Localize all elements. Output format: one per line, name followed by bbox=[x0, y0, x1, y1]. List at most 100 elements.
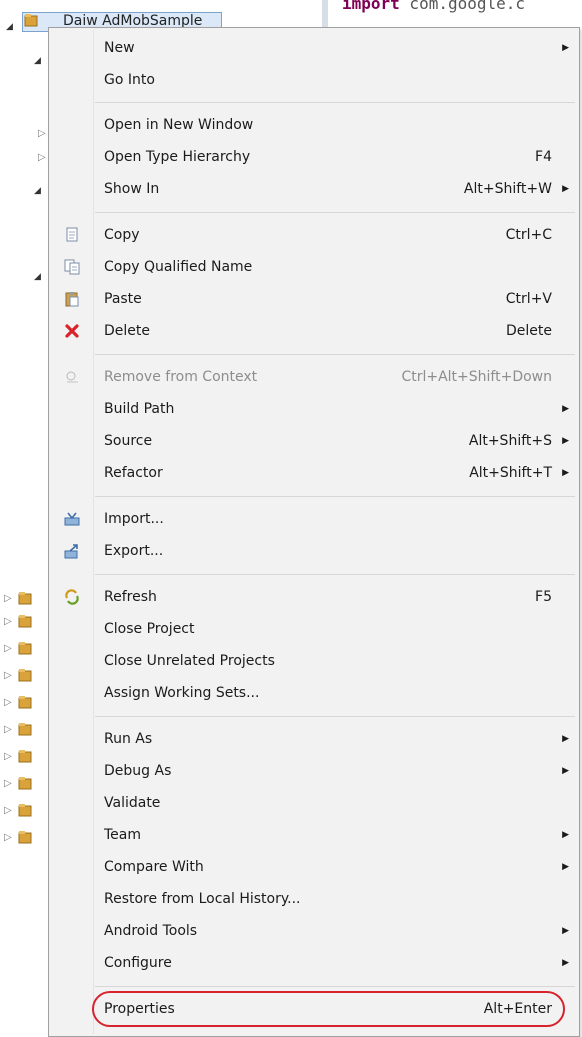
copy-icon bbox=[66, 227, 78, 242]
expand-down-icon[interactable]: ◢ bbox=[6, 22, 13, 32]
menu-separator bbox=[95, 574, 575, 575]
project-folder-icon bbox=[18, 615, 32, 628]
code-keyword: import bbox=[342, 0, 400, 13]
menu-item-label: Go Into bbox=[104, 72, 155, 88]
collapse-right-icon[interactable]: ▷ bbox=[4, 670, 12, 681]
menu-item-label: Export... bbox=[104, 543, 164, 559]
import-icon bbox=[64, 512, 80, 526]
menu-item-shortcut: F4 bbox=[535, 149, 552, 165]
remove-context-icon bbox=[66, 371, 78, 383]
menu-item-shortcut: Alt+Shift+S bbox=[468, 433, 552, 449]
expand-down-icon[interactable]: ◢ bbox=[34, 186, 41, 196]
submenu-arrow-icon: ▶ bbox=[562, 184, 569, 194]
menu-item-label: Android Tools bbox=[104, 923, 198, 939]
menu-item-shortcut: Ctrl+C bbox=[505, 227, 552, 243]
menu-item-shortcut: Ctrl+Alt+Shift+Down bbox=[401, 369, 552, 385]
menu-item-remove-from-context[interactable]: Remove from Context Ctrl+Alt+Shift+Down bbox=[51, 362, 577, 392]
submenu-arrow-icon: ▶ bbox=[562, 468, 569, 478]
project-folder-icon bbox=[18, 750, 32, 763]
properties-highlight-ring bbox=[92, 991, 565, 1027]
submenu-arrow-icon: ▶ bbox=[562, 862, 569, 872]
menu-item-refresh[interactable]: Refresh F5 bbox=[51, 582, 577, 612]
menu-item-restore-from-local-history[interactable]: Restore from Local History... bbox=[51, 884, 577, 914]
menu-separator bbox=[95, 212, 575, 213]
collapse-right-icon[interactable]: ▷ bbox=[4, 751, 12, 762]
project-folder-icon bbox=[24, 14, 38, 27]
collapse-right-icon[interactable]: ▷ bbox=[4, 724, 12, 735]
menu-item-paste[interactable]: Paste Ctrl+V bbox=[51, 284, 577, 314]
project-folder-icon bbox=[18, 642, 32, 655]
menu-item-export[interactable]: Export... bbox=[51, 536, 577, 566]
menu-item-label: Refresh bbox=[104, 589, 157, 605]
collapse-right-icon[interactable]: ▷ bbox=[4, 832, 12, 843]
collapse-right-icon[interactable]: ▷ bbox=[38, 128, 46, 139]
menu-item-label: Remove from Context bbox=[104, 369, 258, 385]
editor-code-line: import com.google.c bbox=[342, 0, 525, 13]
menu-item-new[interactable]: New ▶ bbox=[51, 33, 577, 63]
menu-item-android-tools[interactable]: Android Tools ▶ bbox=[51, 916, 577, 946]
submenu-arrow-icon: ▶ bbox=[562, 404, 569, 414]
menu-item-label: Run As bbox=[104, 731, 153, 747]
menu-item-open-type-hierarchy[interactable]: Open Type Hierarchy F4 bbox=[51, 142, 577, 172]
menu-item-show-in[interactable]: Show In Alt+Shift+W ▶ bbox=[51, 174, 577, 204]
menu-item-label: New bbox=[104, 40, 135, 56]
menu-item-debug-as[interactable]: Debug As ▶ bbox=[51, 756, 577, 786]
delete-icon bbox=[65, 324, 79, 338]
collapse-right-icon[interactable]: ▷ bbox=[4, 805, 12, 816]
menu-item-configure[interactable]: Configure ▶ bbox=[51, 948, 577, 978]
menu-item-label: Close Project bbox=[104, 621, 195, 637]
refresh-icon bbox=[65, 589, 79, 605]
project-folder-icon bbox=[18, 696, 32, 709]
collapse-right-icon[interactable]: ▷ bbox=[4, 778, 12, 789]
menu-item-go-into[interactable]: Go Into bbox=[51, 65, 577, 95]
expand-down-icon[interactable]: ◢ bbox=[34, 272, 41, 282]
menu-item-label: Debug As bbox=[104, 763, 172, 779]
submenu-arrow-icon: ▶ bbox=[562, 958, 569, 968]
submenu-arrow-icon: ▶ bbox=[562, 766, 569, 776]
menu-item-shortcut: Alt+Shift+T bbox=[469, 465, 552, 481]
collapse-right-icon[interactable]: ▷ bbox=[4, 643, 12, 654]
submenu-arrow-icon: ▶ bbox=[562, 734, 569, 744]
menu-item-copy-qualified-name[interactable]: Copy Qualified Name bbox=[51, 252, 577, 282]
menu-item-team[interactable]: Team ▶ bbox=[51, 820, 577, 850]
project-folder-icon bbox=[18, 831, 32, 844]
menu-item-close-project[interactable]: Close Project bbox=[51, 614, 577, 644]
menu-item-label: Assign Working Sets... bbox=[104, 685, 260, 701]
menu-item-label: Compare With bbox=[104, 859, 204, 875]
submenu-arrow-icon: ▶ bbox=[562, 926, 569, 936]
project-folder-icon bbox=[18, 777, 32, 790]
menu-item-run-as[interactable]: Run As ▶ bbox=[51, 724, 577, 754]
menu-item-validate[interactable]: Validate bbox=[51, 788, 577, 818]
menu-separator bbox=[95, 496, 575, 497]
menu-item-build-path[interactable]: Build Path ▶ bbox=[51, 394, 577, 424]
project-folder-icon bbox=[18, 669, 32, 682]
collapse-right-icon[interactable]: ▷ bbox=[4, 697, 12, 708]
menu-item-label: Restore from Local History... bbox=[104, 891, 301, 907]
project-folder-icon bbox=[18, 804, 32, 817]
menu-item-label: Open Type Hierarchy bbox=[104, 149, 251, 165]
menu-item-refactor[interactable]: Refactor Alt+Shift+T ▶ bbox=[51, 458, 577, 488]
collapse-right-icon[interactable]: ▷ bbox=[4, 616, 12, 627]
menu-item-label: Paste bbox=[104, 291, 142, 307]
collapse-right-icon[interactable]: ▷ bbox=[38, 152, 46, 163]
menu-item-label: Show In bbox=[104, 181, 160, 197]
menu-item-import[interactable]: Import... bbox=[51, 504, 577, 534]
menu-item-compare-with[interactable]: Compare With ▶ bbox=[51, 852, 577, 882]
menu-item-close-unrelated-projects[interactable]: Close Unrelated Projects bbox=[51, 646, 577, 676]
menu-separator bbox=[95, 354, 575, 355]
menu-item-assign-working-sets[interactable]: Assign Working Sets... bbox=[51, 678, 577, 708]
menu-item-label: Build Path bbox=[104, 401, 175, 417]
expand-down-icon[interactable]: ◢ bbox=[34, 56, 41, 66]
menu-item-source[interactable]: Source Alt+Shift+S ▶ bbox=[51, 426, 577, 456]
menu-item-open-in-new-window[interactable]: Open in New Window bbox=[51, 110, 577, 140]
collapse-right-icon[interactable]: ▷ bbox=[4, 593, 12, 604]
menu-item-label: Copy Qualified Name bbox=[104, 259, 253, 275]
context-menu: New ▶ Go Into Open in New Window Open Ty… bbox=[48, 27, 580, 1037]
menu-item-copy[interactable]: Copy Ctrl+C bbox=[51, 220, 577, 250]
menu-separator bbox=[95, 716, 575, 717]
paste-icon bbox=[65, 292, 79, 307]
menu-item-label: Close Unrelated Projects bbox=[104, 653, 275, 669]
menu-item-label: Copy bbox=[104, 227, 140, 243]
menu-item-shortcut: Alt+Shift+W bbox=[463, 181, 552, 197]
menu-item-delete[interactable]: Delete Delete bbox=[51, 316, 577, 346]
